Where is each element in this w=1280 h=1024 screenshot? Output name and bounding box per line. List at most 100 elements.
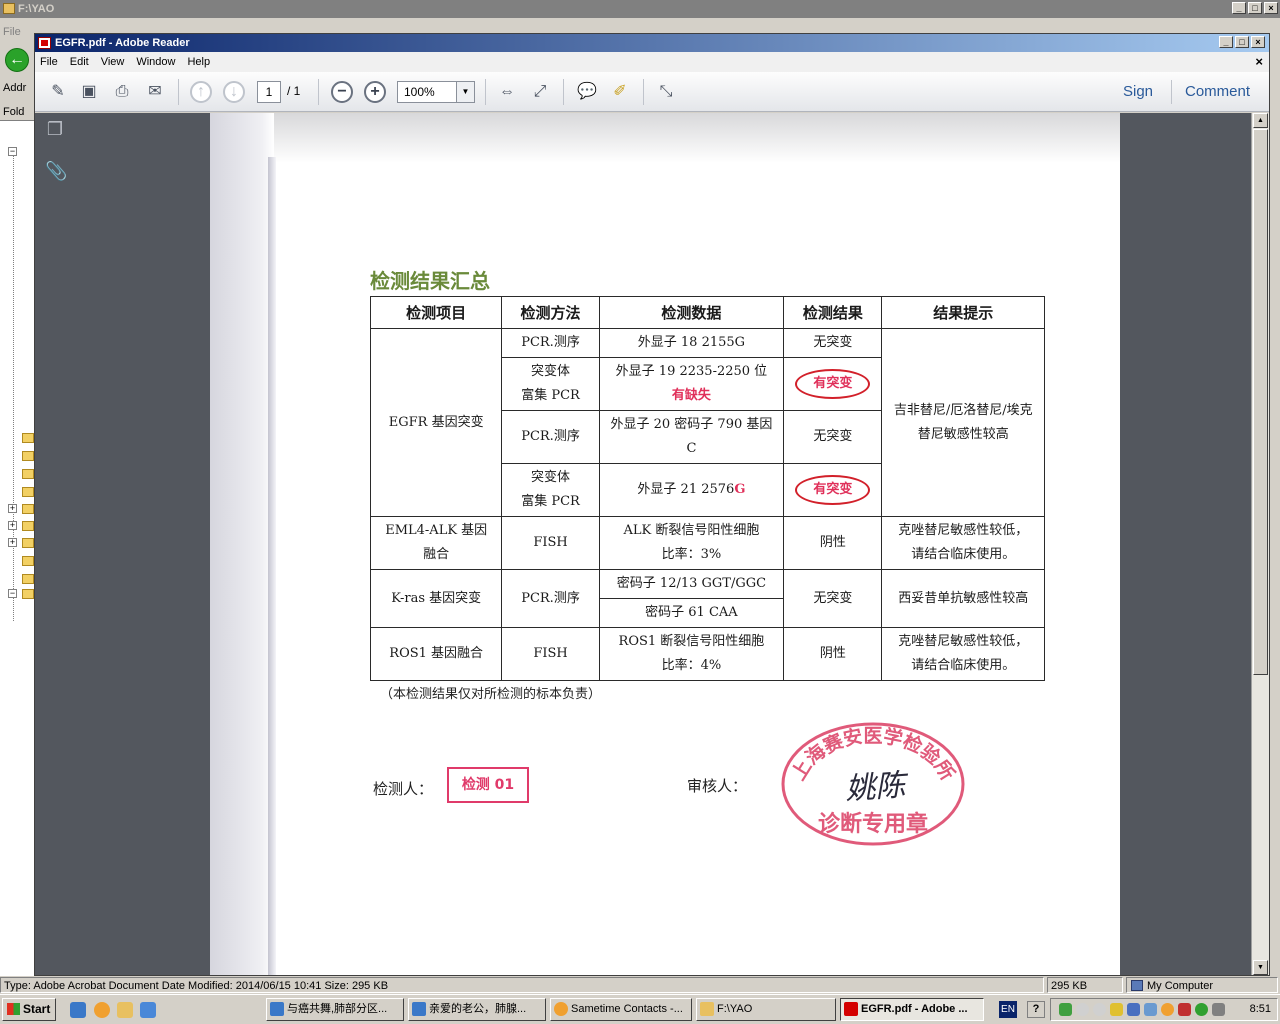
vertical-scrollbar[interactable]: ▲ ▼: [1251, 113, 1269, 975]
tree-folder-icon[interactable]: [22, 433, 34, 443]
document-viewport[interactable]: 检测结果汇总 检测项目 检测方法 检测数据 检测结果 结果提示 EGFR 基因突…: [75, 113, 1251, 975]
kras-data: 密码子 61 CAA: [598, 598, 785, 628]
zoom-select[interactable]: 100% ▼: [397, 81, 475, 103]
security-icon[interactable]: [1110, 1003, 1123, 1016]
toolbar-divider: [485, 79, 486, 105]
explorer-menu-file[interactable]: File: [3, 26, 21, 38]
data-line: 外显子 19 2235-2250 位: [615, 364, 768, 379]
sametime-icon[interactable]: [1161, 1003, 1174, 1016]
tree-expand-icon[interactable]: +: [8, 538, 17, 547]
windows-logo-icon: [7, 1003, 20, 1015]
fit-width-icon[interactable]: ⇔: [496, 81, 518, 103]
scroll-down-icon[interactable]: ▼: [1253, 960, 1268, 975]
close-button[interactable]: ×: [1264, 2, 1278, 14]
back-arrow-icon[interactable]: ←: [5, 48, 29, 72]
messenger-icon[interactable]: [1144, 1003, 1157, 1016]
task-button[interactable]: F:\YAO: [696, 998, 836, 1021]
tree-folder-icon[interactable]: [22, 589, 34, 599]
taskbar: Start 与癌共舞,肺部分区... 亲爱的老公，肺腺... Sametime …: [0, 994, 1280, 1024]
status-info: Type: Adobe Acrobat Document Date Modifi…: [0, 977, 1044, 993]
menu-file[interactable]: File: [40, 56, 58, 68]
system-tray: 8:51: [1050, 998, 1278, 1021]
table-row: K-ras 基因突变 PCR.测序 密码子 12/13 GGT/GGC 无突变 …: [369, 569, 1045, 628]
minimize-button[interactable]: _: [1232, 2, 1246, 14]
task-label: EGFR.pdf - Adobe ...: [861, 1003, 968, 1015]
tree-collapse-icon[interactable]: −: [8, 147, 17, 156]
scroll-thumb[interactable]: [1253, 129, 1268, 675]
scroll-up-icon[interactable]: ▲: [1253, 113, 1268, 128]
internet-explorer-icon: [412, 1002, 426, 1016]
shield-icon[interactable]: [1178, 1003, 1191, 1016]
kras-item: K-ras 基因突变: [369, 569, 503, 628]
page-thumbnails-icon[interactable]: ❐: [45, 119, 65, 141]
maximize-button[interactable]: □: [1248, 2, 1262, 14]
reader-titlebar: EGFR.pdf - Adobe Reader _ □ ×: [35, 34, 1269, 52]
tree-folder-icon[interactable]: [22, 574, 34, 584]
table-header-row: 检测项目 检测方法 检测数据 检测结果 结果提示: [369, 296, 1045, 329]
menu-window[interactable]: Window: [136, 56, 175, 68]
sticky-note-icon[interactable]: 💬: [576, 81, 598, 103]
help-icon[interactable]: ?: [1027, 1001, 1045, 1018]
start-button[interactable]: Start: [2, 998, 56, 1021]
chevron-down-icon[interactable]: ▼: [456, 82, 474, 102]
previous-page-icon[interactable]: ↑: [190, 81, 212, 103]
volume-icon[interactable]: [1212, 1003, 1225, 1016]
comment-button[interactable]: Comment: [1185, 83, 1250, 100]
menu-help[interactable]: Help: [187, 56, 210, 68]
quicklaunch-app-icon[interactable]: [94, 1002, 110, 1018]
tree-folder-icon[interactable]: [22, 556, 34, 566]
create-pdf-icon[interactable]: ✎: [47, 81, 69, 103]
search-icon[interactable]: [1093, 1003, 1106, 1016]
search-icon[interactable]: [1076, 1003, 1089, 1016]
zoom-in-icon[interactable]: +: [364, 81, 386, 103]
full-screen-icon[interactable]: ⤡: [655, 81, 677, 103]
folder-tree[interactable]: − + + + −: [0, 120, 36, 976]
task-button[interactable]: 与癌共舞,肺部分区...: [266, 998, 404, 1021]
tree-folder-icon[interactable]: [22, 538, 34, 548]
tree-collapse-icon[interactable]: −: [8, 589, 17, 598]
tree-folder-icon[interactable]: [22, 504, 34, 514]
clock[interactable]: 8:51: [1250, 999, 1271, 1020]
display-icon[interactable]: [1127, 1003, 1140, 1016]
tree-folder-icon[interactable]: [22, 487, 34, 497]
close-document-icon[interactable]: ×: [1255, 54, 1263, 69]
quicklaunch-browser-icon[interactable]: [140, 1002, 156, 1018]
print-icon[interactable]: ⎙: [111, 81, 133, 103]
tree-folder-icon[interactable]: [22, 469, 34, 479]
next-page-icon[interactable]: ↓: [223, 81, 245, 103]
attachments-icon[interactable]: 📎: [45, 161, 67, 183]
zoom-value: 100%: [404, 85, 435, 99]
tree-expand-icon[interactable]: +: [8, 521, 17, 530]
highlight-icon[interactable]: ✐: [609, 81, 631, 103]
save-icon[interactable]: ▣: [78, 81, 100, 103]
menu-view[interactable]: View: [101, 56, 125, 68]
header-hint: 结果提示: [881, 296, 1045, 329]
tree-expand-icon[interactable]: +: [8, 504, 17, 513]
address-label: Addr: [3, 82, 27, 94]
item-line: 融合: [423, 547, 450, 562]
restore-button[interactable]: □: [1235, 36, 1249, 48]
page-number-input[interactable]: 1: [257, 81, 281, 103]
internet-explorer-icon[interactable]: [70, 1002, 86, 1018]
close-button[interactable]: ×: [1251, 36, 1265, 48]
minimize-button[interactable]: _: [1219, 36, 1233, 48]
eml4-result: 阴性: [783, 516, 883, 570]
folder-icon[interactable]: [117, 1002, 133, 1018]
network-icon[interactable]: [1059, 1003, 1072, 1016]
egfr-data: 外显子 21 2576G: [598, 463, 785, 517]
task-button-active[interactable]: EGFR.pdf - Adobe ...: [840, 998, 984, 1021]
fit-page-icon[interactable]: ⤢: [529, 81, 551, 103]
language-indicator[interactable]: EN: [999, 1001, 1017, 1018]
ros1-method: FISH: [501, 627, 600, 681]
email-icon[interactable]: ✉: [144, 81, 166, 103]
sign-button[interactable]: Sign: [1123, 83, 1153, 100]
menu-edit[interactable]: Edit: [70, 56, 89, 68]
tree-folder-icon[interactable]: [22, 451, 34, 461]
tree-folder-icon[interactable]: [22, 521, 34, 531]
task-label: F:\YAO: [717, 1003, 753, 1015]
zoom-out-icon[interactable]: −: [331, 81, 353, 103]
task-button[interactable]: 亲爱的老公，肺腺...: [408, 998, 546, 1021]
disclaimer-text: （本检测结果仅对所检测的标本负责）: [380, 687, 602, 702]
task-button[interactable]: Sametime Contacts -...: [550, 998, 692, 1021]
update-icon[interactable]: [1195, 1003, 1208, 1016]
